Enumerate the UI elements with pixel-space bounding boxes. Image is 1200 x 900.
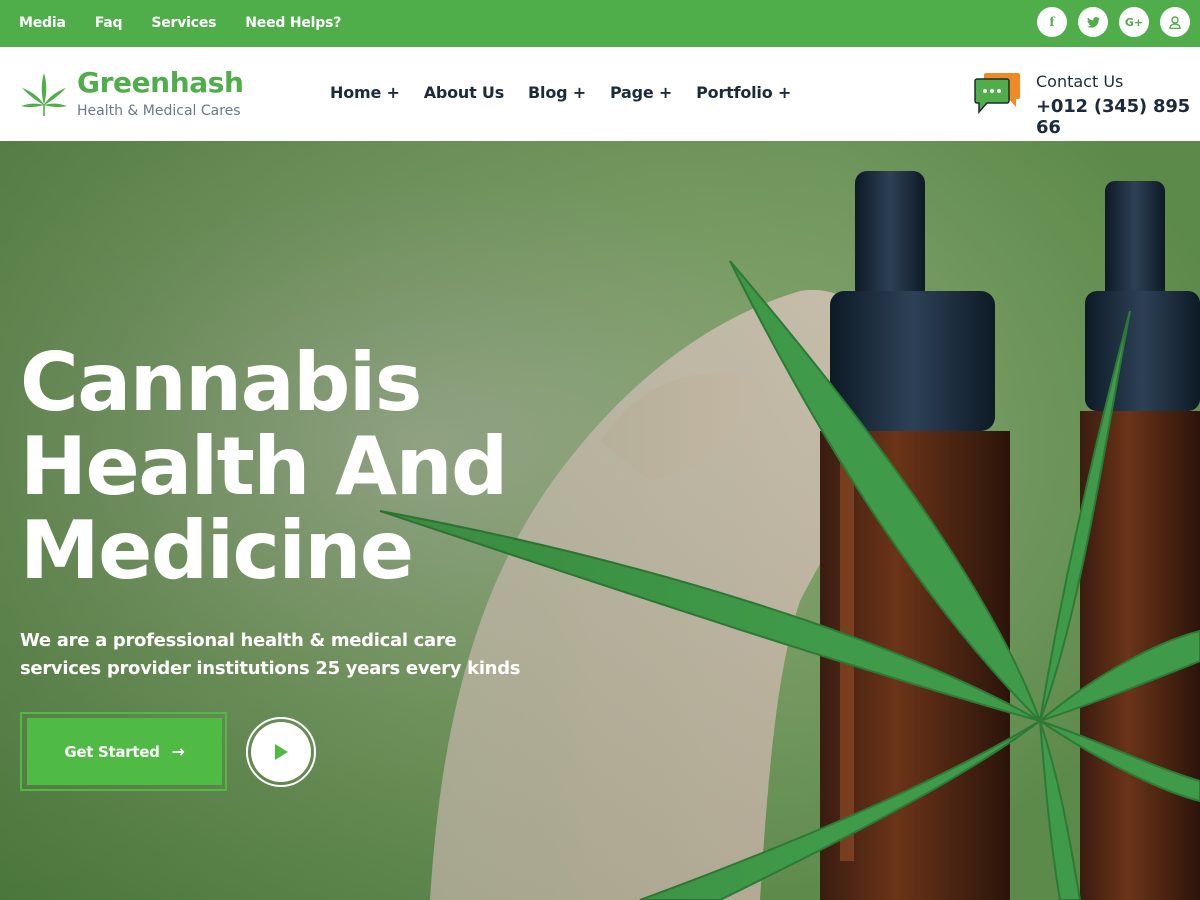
nav-portfolio[interactable]: Portfolio + [696, 83, 791, 102]
main-nav: Home + About Us Blog + Page + Portfolio … [330, 83, 815, 102]
hero-title-line: Health And [20, 420, 508, 513]
arrow-right-icon: → [171, 742, 185, 761]
top-link-media[interactable]: Media [19, 15, 66, 31]
hero-title: Cannabis Health And Medicine [20, 341, 580, 593]
top-link-need-helps[interactable]: Need Helps? [245, 15, 341, 31]
play-button-inner [251, 722, 311, 782]
google-plus-icon[interactable]: G+ [1119, 7, 1149, 37]
top-links: Media Faq Services Need Helps? [19, 0, 370, 46]
nav-home[interactable]: Home + [330, 83, 400, 102]
nav-page[interactable]: Page + [610, 83, 672, 102]
contact-label: Contact Us [1036, 72, 1124, 91]
user-icon[interactable] [1160, 7, 1190, 37]
twitter-icon[interactable] [1078, 7, 1108, 37]
get-started-button[interactable]: Get Started → [27, 718, 222, 785]
play-icon [275, 744, 288, 760]
brand-name[interactable]: Greenhash [77, 66, 244, 99]
hero-subtitle: We are a professional health & medical c… [20, 630, 521, 679]
top-bar: Media Faq Services Need Helps? f G+ [0, 0, 1200, 47]
nav-blog[interactable]: Blog + [528, 83, 586, 102]
nav-about-us[interactable]: About Us [424, 83, 505, 102]
get-started-button-frame: Get Started → [20, 712, 227, 791]
chat-bubbles-icon [974, 73, 1020, 114]
get-started-label: Get Started [64, 742, 160, 761]
top-link-faq[interactable]: Faq [95, 15, 123, 31]
cannabis-leaf-logo-icon[interactable] [19, 71, 69, 117]
main-header: Greenhash Health & Medical Cares Home + … [0, 47, 1200, 141]
facebook-icon[interactable]: f [1037, 7, 1067, 37]
brand-tagline: Health & Medical Cares [77, 103, 241, 119]
social-links: f G+ [1026, 7, 1190, 37]
hero-title-line: Cannabis [20, 336, 422, 429]
top-link-services[interactable]: Services [151, 15, 216, 31]
hero-title-line: Medicine [20, 504, 414, 597]
hero-section: Cannabis Health And Medicine We are a pr… [0, 141, 1200, 900]
play-video-button[interactable] [246, 717, 316, 787]
contact-phone[interactable]: +012 (345) 895 66 [1036, 96, 1200, 138]
